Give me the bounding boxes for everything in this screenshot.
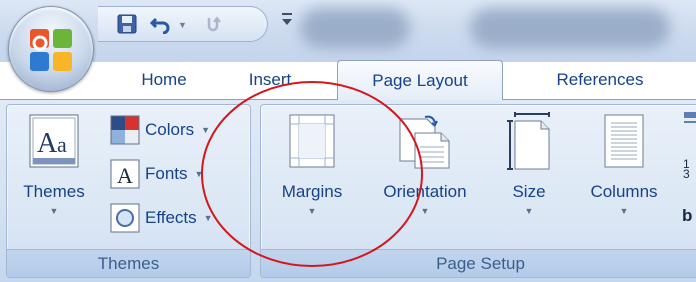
tab-page-layout[interactable]: Page Layout [337,60,503,100]
undo-button[interactable] [146,9,176,39]
tab-references-label: References [556,70,644,89]
orientation-icon [399,115,450,169]
size-button-label: Size [512,182,546,201]
fonts-dropdown-icon: ▼ [194,169,204,179]
effects-button[interactable]: Effects ▼ [110,202,213,234]
svg-text:3: 3 [683,167,690,181]
margins-icon [289,114,335,168]
undo-dropdown-icon[interactable]: ▼ [178,20,187,30]
themes-button[interactable]: A a Themes ▼ [14,112,94,216]
colors-icon [110,115,140,145]
svg-text:A: A [117,163,133,188]
page-setup-group-label: Page Setup [261,249,696,277]
fonts-button[interactable]: A Fonts ▼ [110,158,203,190]
orientation-dropdown-icon: ▼ [420,206,430,216]
effects-button-label: Effects [145,208,197,227]
colors-button[interactable]: Colors ▼ [110,114,210,146]
size-dropdown-icon: ▼ [524,206,534,216]
blurred-title-area [300,8,410,48]
tab-insert[interactable]: Insert [232,60,308,100]
size-button[interactable]: Size ▼ [498,112,560,216]
customize-qat-icon [282,13,292,25]
breaks-icon: 1 3 [683,112,696,181]
undo-icon [150,17,170,34]
quick-access-toolbar: ▼ [98,6,268,42]
themes-icon: A a [29,114,79,168]
effects-dropdown-icon: ▼ [203,213,213,223]
fonts-icon: A [110,159,140,189]
themes-group-label: Themes [7,249,250,277]
tab-home-label: Home [141,70,187,89]
fonts-button-label: Fonts [145,164,188,183]
blurred-title-area-2 [470,8,670,48]
tab-references[interactable]: References [530,60,670,100]
tab-home[interactable]: Home [124,60,204,100]
themes-dropdown-icon: ▼ [49,206,59,216]
office-button[interactable] [8,6,94,92]
effects-icon [110,203,140,233]
columns-dropdown-icon: ▼ [619,206,629,216]
margins-button[interactable]: Margins ▼ [266,112,358,216]
colors-button-label: Colors [145,120,195,139]
office-orb-icon [30,29,72,71]
svg-text:a: a [57,132,67,157]
orientation-button-label: Orientation [383,182,467,201]
orientation-button[interactable]: Orientation ▼ [362,112,488,216]
tab-insert-label: Insert [248,70,292,89]
tab-page-layout-label: Page Layout [372,70,468,90]
columns-icon [604,114,644,168]
save-icon [117,14,137,34]
colors-dropdown-icon: ▼ [201,125,211,135]
svg-text:A: A [37,128,58,159]
columns-button[interactable]: Columns ▼ [574,112,674,216]
hyphenation-label-partial: b [682,206,693,225]
redo-button[interactable] [198,9,228,39]
save-button[interactable] [112,9,142,39]
columns-button-label: Columns [590,182,658,201]
themes-button-label: Themes [23,182,85,201]
margins-button-label: Margins [281,182,343,201]
size-icon [507,112,550,170]
redo-icon [207,16,221,32]
partial-small-buttons: 1 3 b [680,110,696,230]
customize-qat-button[interactable] [278,4,298,34]
margins-dropdown-icon: ▼ [307,206,317,216]
